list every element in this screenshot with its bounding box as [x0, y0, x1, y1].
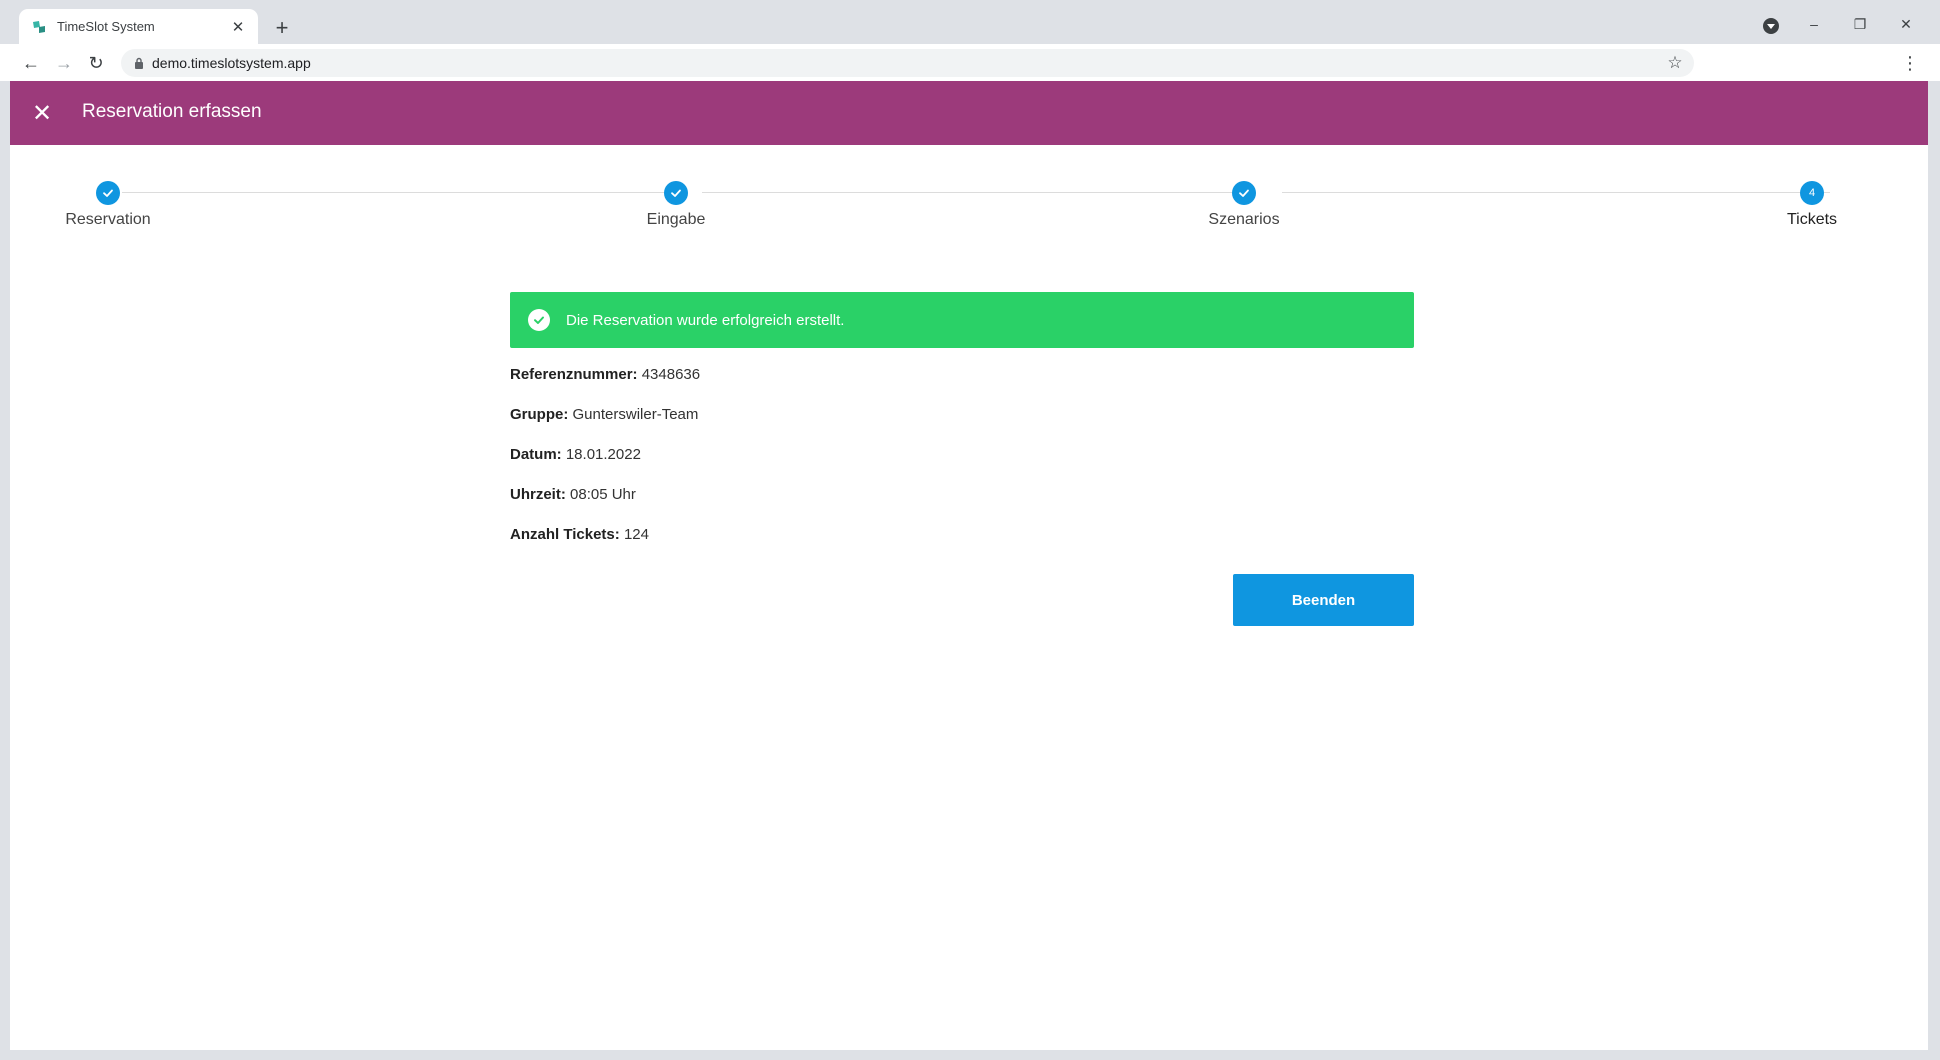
detail-key: Gruppe: [510, 406, 569, 423]
step-reservation: Reservation [10, 181, 208, 229]
timeslot-logo-icon [33, 20, 45, 33]
step-label: Reservation [65, 211, 151, 228]
browser-menu-icon[interactable]: ⋮ [1898, 50, 1922, 76]
address-bar[interactable]: demo.timeslotsystem.app ☆ [121, 49, 1694, 77]
step-eingabe: Eingabe [576, 181, 776, 229]
detail-row: Referenznummer: 4348636 [510, 364, 1414, 404]
detail-key: Uhrzeit: [510, 486, 566, 503]
back-icon[interactable]: ← [18, 50, 44, 76]
detail-value: 08:05 Uhr [570, 486, 636, 503]
new-tab-icon[interactable]: + [268, 14, 296, 42]
close-icon[interactable]: ✕ [26, 97, 58, 129]
step-done-check-icon [1232, 181, 1256, 205]
browser-toolbar: ← → ↻ demo.timeslotsystem.app ☆ ⋮ [0, 44, 1940, 81]
success-message: Die Reservation wurde erfolgreich erstel… [566, 311, 845, 329]
stepper: Reservation Eingabe Szenarios 4 Tickets [10, 145, 1928, 255]
step-label: Tickets [1786, 211, 1838, 228]
detail-key: Datum: [510, 446, 562, 463]
check-circle-icon [528, 309, 550, 331]
reservation-details: Referenznummer: 4348636 Gruppe: Guntersw… [510, 364, 1414, 564]
app-bar: ✕ Reservation erfassen [10, 81, 1928, 145]
url-text[interactable]: demo.timeslotsystem.app [152, 55, 311, 71]
reload-icon[interactable]: ↻ [83, 50, 109, 76]
detail-row: Gruppe: Gunterswiler-Team [510, 404, 1414, 444]
success-alert: Die Reservation wurde erfolgreich erstel… [510, 292, 1414, 348]
confirmation-panel: Die Reservation wurde erfolgreich erstel… [510, 292, 1414, 630]
step-tickets: 4 Tickets [1712, 181, 1912, 229]
detail-value: 4348636 [641, 366, 701, 383]
detail-row: Datum: 18.01.2022 [510, 444, 1414, 484]
window-close-icon[interactable]: ✕ [1894, 12, 1918, 36]
step-done-check-icon [664, 181, 688, 205]
bookmark-star-icon[interactable]: ☆ [1664, 52, 1686, 74]
browser-tab[interactable]: TimeSlot System ✕ [19, 9, 258, 44]
detail-key: Referenznummer: [510, 366, 638, 383]
detail-row: Anzahl Tickets: 124 [510, 524, 1414, 564]
tab-close-icon[interactable]: ✕ [226, 15, 250, 39]
detail-row: Uhrzeit: 08:05 Uhr [510, 484, 1414, 524]
minimize-icon[interactable]: – [1802, 12, 1826, 36]
detail-key: Anzahl Tickets: [510, 526, 620, 543]
step-label: Szenarios [1208, 211, 1280, 228]
detail-value: 124 [623, 526, 649, 543]
detail-value: 18.01.2022 [565, 446, 641, 463]
tab-title: TimeSlot System [57, 19, 155, 34]
profile-menu-icon[interactable] [1763, 18, 1779, 34]
forward-icon[interactable]: → [51, 50, 77, 76]
page-title: Reservation erfassen [82, 101, 262, 122]
step-label: Eingabe [646, 211, 706, 228]
action-row: Beenden [510, 574, 1414, 630]
step-szenarios: Szenarios [1144, 181, 1344, 229]
tab-strip: TimeSlot System ✕ + – ❐ ✕ [0, 0, 1940, 44]
page: ✕ Reservation erfassen Reservation Einga… [10, 81, 1928, 1050]
finish-button[interactable]: Beenden [1233, 574, 1414, 626]
step-done-check-icon [96, 181, 120, 205]
restore-icon[interactable]: ❐ [1848, 12, 1872, 36]
step-number: 4 [1800, 181, 1824, 205]
detail-value: Gunterswiler-Team [572, 406, 699, 423]
lock-icon [135, 57, 143, 69]
browser-window: TimeSlot System ✕ + – ❐ ✕ ← → ↻ demo.tim… [0, 0, 1940, 1060]
